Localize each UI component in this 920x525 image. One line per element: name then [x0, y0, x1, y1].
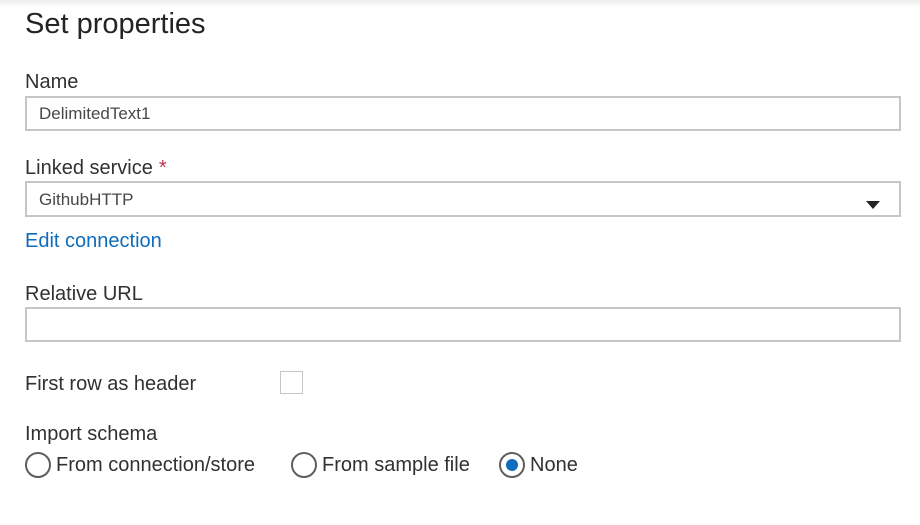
edit-connection-link[interactable]: Edit connection	[25, 229, 162, 253]
radio-label: None	[530, 454, 578, 476]
radio-circle-icon	[291, 452, 317, 478]
radio-label: From sample file	[322, 454, 470, 476]
name-input[interactable]	[25, 96, 901, 131]
radio-none[interactable]: None	[499, 452, 589, 478]
radio-from-connection-store[interactable]: From connection/store	[25, 452, 270, 478]
name-label: Name	[25, 71, 79, 93]
chevron-down-icon	[866, 201, 880, 209]
relative-url-input[interactable]	[25, 307, 901, 342]
required-marker: *	[158, 157, 167, 179]
radio-circle-icon	[25, 452, 51, 478]
radio-from-sample-file[interactable]: From sample file	[291, 452, 481, 478]
import-schema-label: Import schema	[25, 423, 158, 445]
linked-service-selected-value: GithubHTTP	[39, 190, 134, 209]
linked-service-dropdown[interactable]: GithubHTTP	[25, 181, 901, 217]
first-row-header-checkbox[interactable]	[280, 371, 303, 394]
relative-url-label: Relative URL	[25, 283, 143, 305]
radio-label: From connection/store	[56, 454, 255, 476]
radio-dot-icon	[506, 459, 518, 471]
linked-service-label: Linked service *	[25, 156, 167, 180]
radio-selected-icon	[499, 452, 525, 478]
panel-title: Set properties	[25, 8, 206, 40]
linked-service-label-text: Linked service	[25, 157, 153, 179]
first-row-header-label: First row as header	[25, 373, 197, 395]
